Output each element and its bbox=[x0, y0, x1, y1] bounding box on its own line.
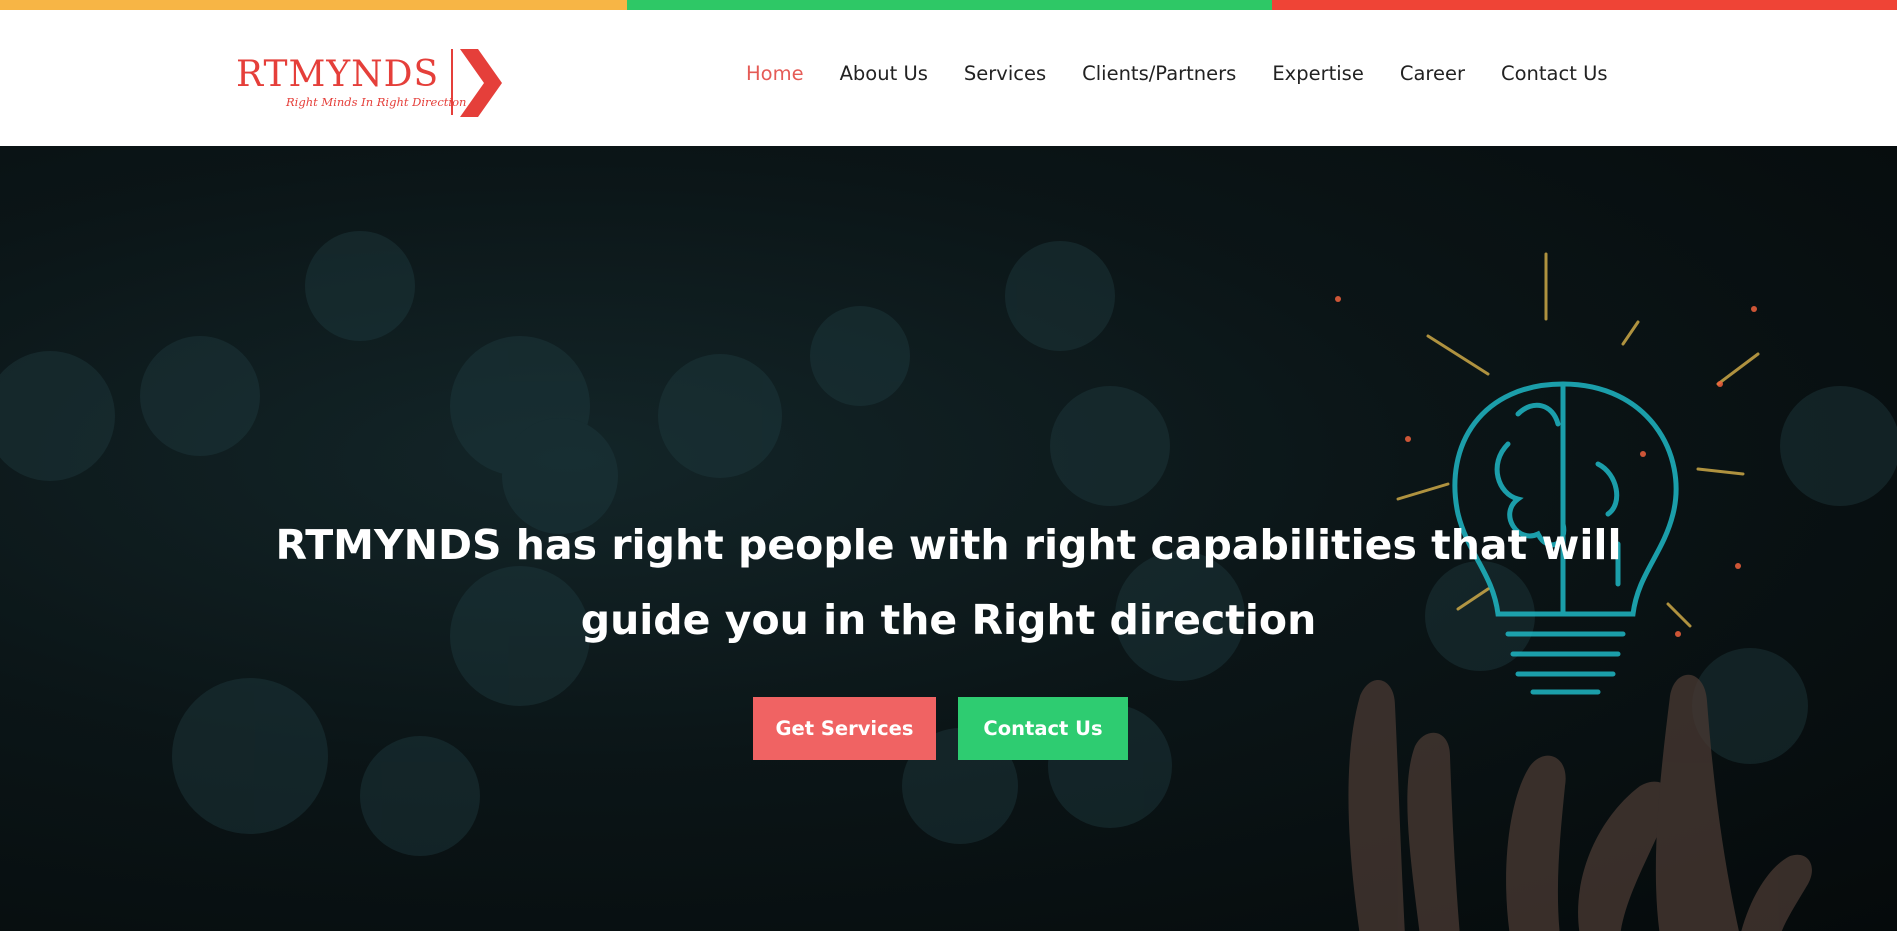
contact-us-button[interactable]: Contact Us bbox=[958, 697, 1128, 760]
hero-banner: RTMYNDS has right people with right capa… bbox=[0, 146, 1897, 931]
logo-tagline: Right Minds In Right Direction bbox=[286, 95, 467, 109]
site-header: RTMYNDS Right Minds In Right Direction H… bbox=[0, 10, 1897, 146]
stripe-green bbox=[627, 0, 1272, 10]
nav-services[interactable]: Services bbox=[964, 62, 1046, 85]
nav-home[interactable]: Home bbox=[746, 62, 804, 85]
stripe-red bbox=[1272, 0, 1897, 10]
main-nav: Home About Us Services Clients/Partners … bbox=[746, 53, 1608, 93]
logo-divider bbox=[451, 49, 453, 115]
nav-about-us[interactable]: About Us bbox=[840, 62, 928, 85]
logo-wordmark: RTMYNDS bbox=[236, 54, 440, 95]
hero-headline: RTMYNDS has right people with right capa… bbox=[275, 521, 1622, 644]
nav-career[interactable]: Career bbox=[1400, 62, 1465, 85]
nav-clients-partners[interactable]: Clients/Partners bbox=[1082, 62, 1236, 85]
site-logo[interactable]: RTMYNDS Right Minds In Right Direction bbox=[236, 49, 502, 119]
hand-icon bbox=[1348, 674, 1812, 931]
nav-contact-us[interactable]: Contact Us bbox=[1501, 62, 1608, 85]
get-services-button[interactable]: Get Services bbox=[753, 697, 936, 760]
nav-expertise[interactable]: Expertise bbox=[1272, 62, 1363, 85]
top-color-stripe bbox=[0, 0, 1897, 10]
stripe-orange bbox=[0, 0, 627, 10]
chevron-right-icon bbox=[460, 49, 502, 117]
